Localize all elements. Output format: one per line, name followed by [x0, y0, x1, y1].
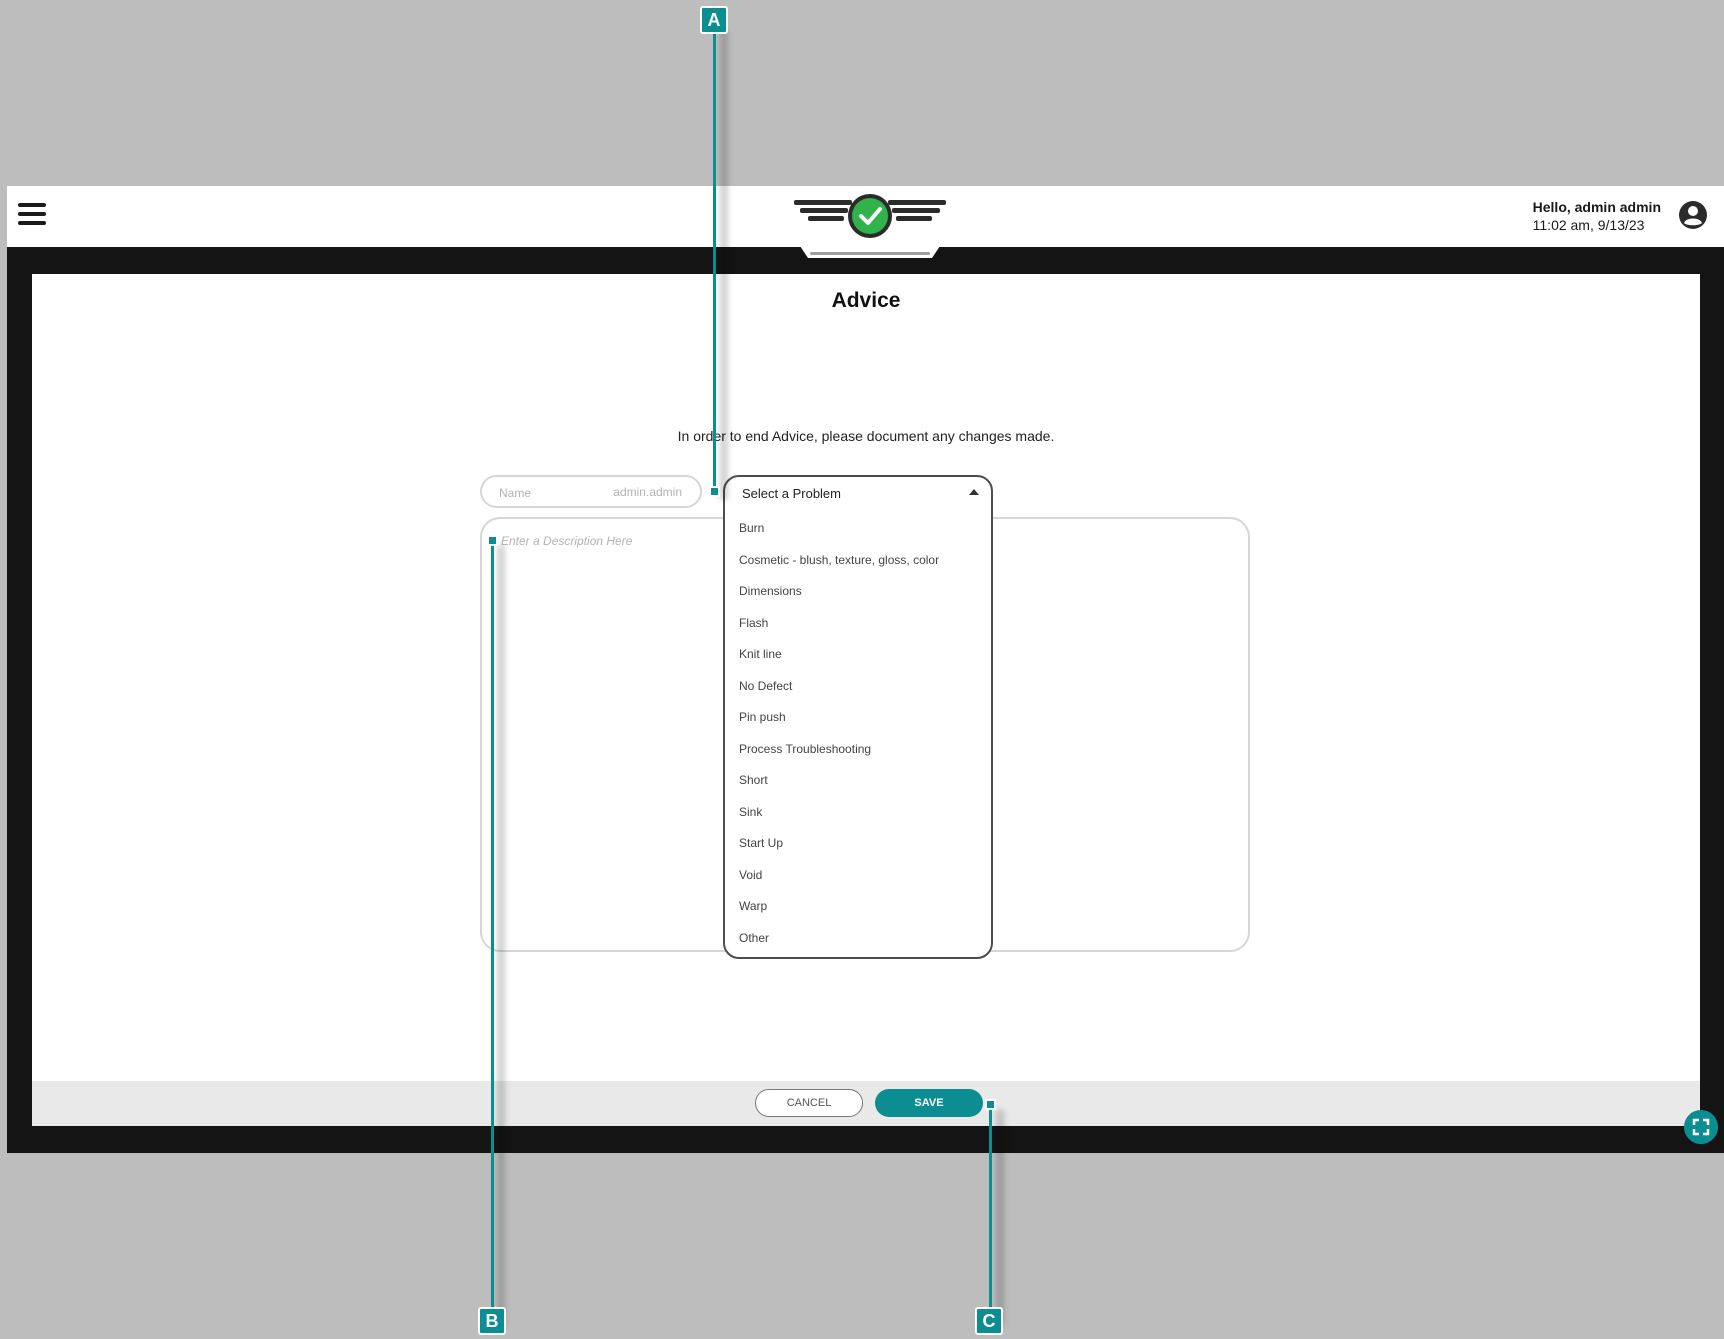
callout-b-marker [487, 535, 498, 546]
dialog-footer: CANCEL SAVE [32, 1081, 1700, 1126]
fullscreen-icon[interactable] [1684, 1110, 1718, 1144]
save-button[interactable]: SAVE [875, 1089, 983, 1117]
advice-dialog: Advice In order to end Advice, please do… [32, 274, 1700, 1126]
callout-a-marker [709, 486, 720, 497]
problem-option[interactable]: Dimensions [739, 583, 939, 615]
top-bar: Hello, admin admin 11:02 am, 9/13/23 [7, 186, 1724, 258]
problem-select-label[interactable]: Select a Problem [742, 486, 841, 501]
callout-b-line [491, 540, 494, 1320]
app-logo [794, 194, 946, 258]
callout-b-badge: B [478, 1307, 506, 1335]
problem-select-dropdown[interactable]: Select a Problem Burn Cosmetic - blush, … [723, 475, 993, 959]
problem-option[interactable]: Short [739, 772, 939, 804]
problem-option[interactable]: Other [739, 930, 939, 962]
caret-up-icon[interactable] [969, 489, 979, 495]
problem-option[interactable]: Warp [739, 898, 939, 930]
problem-option[interactable]: Flash [739, 615, 939, 647]
name-field-label: Name [499, 486, 532, 500]
callout-a-badge: A [700, 6, 728, 34]
problem-option[interactable]: Cosmetic - blush, texture, gloss, color [739, 552, 939, 584]
problem-option[interactable]: Knit line [739, 646, 939, 678]
problem-option[interactable]: Start Up [739, 835, 939, 867]
app-window: Hello, admin admin 11:02 am, 9/13/23 Adv… [7, 186, 1724, 1153]
user-greeting: Hello, admin admin 11:02 am, 9/13/23 [1533, 199, 1661, 233]
user-account-icon[interactable] [1678, 200, 1708, 230]
dialog-title: Advice [831, 289, 901, 312]
dialog-instruction: In order to end Advice, please document … [677, 428, 1055, 444]
greeting-text: Hello, admin admin [1532, 199, 1661, 215]
problem-option[interactable]: Process Troubleshooting [739, 741, 939, 773]
callout-b-shadow [497, 545, 505, 1325]
problem-options-list: Burn Cosmetic - blush, texture, gloss, c… [739, 520, 939, 961]
callout-c-marker [985, 1099, 996, 1110]
problem-option[interactable]: Void [739, 867, 939, 899]
problem-option[interactable]: No Defect [739, 678, 939, 710]
datetime-text: 11:02 am, 9/13/23 [1532, 217, 1645, 233]
problem-option[interactable]: Burn [739, 520, 939, 552]
callout-c-shadow [996, 1110, 1004, 1325]
callout-c-line [989, 1106, 992, 1320]
name-field-value: admin.admin [613, 485, 682, 499]
callout-c-badge: C [975, 1307, 1003, 1335]
problem-option[interactable]: Pin push [739, 709, 939, 741]
callout-a-line [713, 30, 716, 493]
hamburger-menu-icon[interactable] [18, 203, 46, 229]
description-placeholder: Enter a Description Here [501, 534, 633, 548]
callout-a-shadow [720, 30, 728, 500]
problem-option[interactable]: Sink [739, 804, 939, 836]
cancel-button[interactable]: CANCEL [755, 1089, 863, 1117]
name-field[interactable]: Name admin.admin [480, 475, 702, 508]
